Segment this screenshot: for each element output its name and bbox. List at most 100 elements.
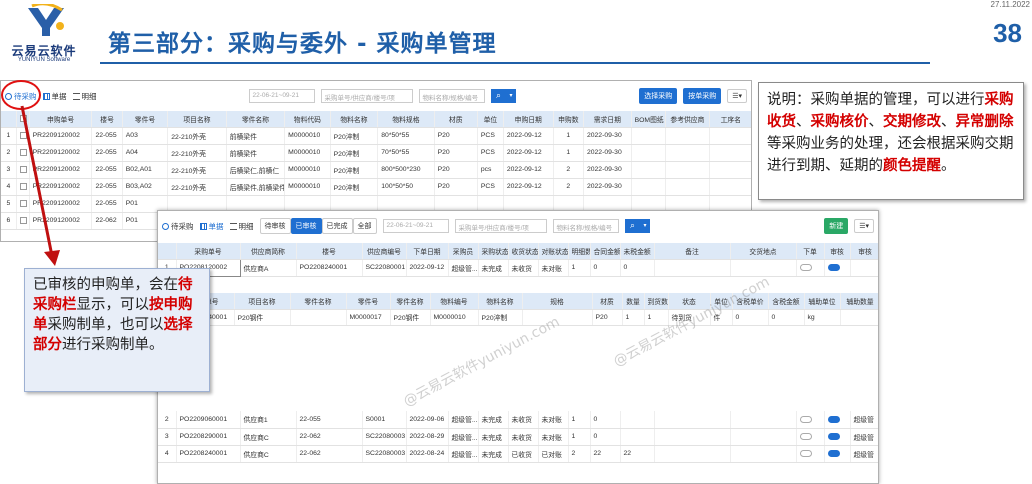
explanation-note: 说明：采购单据的管理，可以进行采购收货、采购核价、交期修改、异常删除等采购业务的… [758,82,1024,200]
filter-completed[interactable]: 已完成 [321,218,353,234]
cell-unit: pcs [477,161,504,179]
cell-supplier: 供应商1 [240,411,297,429]
cell-material: P20淬制 [330,127,379,145]
filter-reviewed[interactable]: 已审核 [290,218,322,234]
col-header: 材质 [434,111,478,128]
table-row[interactable]: 3 PR2209120002 22-055 B02,A01 22-210外壳 后横梁仁,前… [1,161,751,179]
menu-button[interactable]: ☰▾ [854,219,874,233]
table-row[interactable]: 1 PR2209120002 22-055 A03 22-210外壳 前横梁件 M00000… [1,127,751,145]
detail-row[interactable]: PO2208240001 P20钢件 M0000017 P20钢件 M00000… [158,309,878,326]
cell-req-no: PR2209120002 [29,161,93,179]
col-select[interactable] [16,111,30,128]
search-dropdown-button[interactable]: ▾ [506,89,516,103]
cell-building: 22-062 [296,428,363,446]
table-row[interactable]: 1 PO2208120002 供应商A PO2208240001 SC22080… [158,258,878,277]
col-header: 下单日期 [406,243,449,260]
cell-building: 22-055 [91,161,123,179]
slide-date: 27.11.2022 [990,0,1030,9]
cell-part-name: 前横梁件 [226,127,286,145]
cell-project: 22-210外壳 [167,144,227,162]
cell-building: 22-062 [296,445,363,463]
cell-qty: 2 [553,161,584,179]
col-header: 零件名称 [290,293,347,310]
material-search-input[interactable]: 物料名称/规格/编号 [552,219,619,233]
row-checkbox[interactable] [16,195,30,213]
col-header: 项目名称 [234,293,291,310]
cell-part-no: A04 [122,144,169,162]
approve-toggle[interactable] [824,259,851,277]
new-order-button[interactable]: 新建 [824,218,849,234]
tab-pending-purchase[interactable]: 待采购 [162,221,194,232]
approve-toggle[interactable] [824,428,851,446]
cell-no: 3 [158,428,177,446]
col-header: 对账状态 [538,243,569,260]
cell-texture: P20 [434,144,478,162]
order-toggle[interactable] [796,445,825,463]
row-checkbox[interactable] [16,127,30,145]
table-row[interactable]: 2 PR2209120002 22-055 A04 22-210外壳 前横梁件 M00000… [1,144,751,162]
row-checkbox[interactable] [16,144,30,162]
cell-req-date: 2022-09-12 [503,144,554,162]
tab-details[interactable]: 明细 [229,221,254,232]
tab-documents[interactable]: 单据 [199,221,224,232]
cell-building: 22-055 [91,178,123,196]
table-header: 采购单号 供应商简称 楼号 供应商编号 下单日期 采购员 采购状态 收货状态 对账状态 明细数 合同… [158,243,878,260]
search-button[interactable]: ⌕ [490,89,507,103]
cell-part-name: 后横梁件,前横梁件 [226,178,286,196]
order-toggle[interactable] [796,428,825,446]
table-row[interactable]: 3 PO2208290001 供应商C 22-062 SC22080003 2022-08… [158,428,878,446]
date-range-input[interactable]: 22-06-21~09-21 [248,89,315,103]
col-header: 单位 [477,111,504,128]
search-button[interactable]: ⌕ [624,219,641,233]
cell-approve: 超级管 [850,428,878,446]
cell-req-no: PR2209120002 [29,144,93,162]
cell-recon: 未对账 [538,411,569,429]
arrow-head-icon [44,250,60,266]
cell-code: M0000010 [284,144,331,162]
cell-count: 1 [568,428,591,446]
row-checkbox[interactable] [16,161,30,179]
cell-recon: 未对账 [538,428,569,446]
col-header: 采购员 [448,243,479,260]
cell-need-date: 2022-09-30 [583,161,632,179]
material-search-input[interactable]: 物料名称/规格/编号 [418,89,485,103]
cell-material: P20淬制 [330,161,379,179]
tab-details[interactable]: 明细 [72,91,97,102]
cell-need-date: 2022-09-30 [583,144,632,162]
tab-documents[interactable]: 单据 [42,91,67,102]
order-purchase-button[interactable]: 按单采购 [683,88,722,104]
table-row[interactable]: 4 PO2208240001 供应商C 22-062 SC22080003 2022-08… [158,445,878,463]
row-checkbox[interactable] [16,178,30,196]
filter-pending-review[interactable]: 待审核 [259,218,291,234]
col-header: 零件名称 [226,111,286,128]
cell-req-no: PR2209120002 [29,195,93,213]
date-range-input[interactable]: 22-06-21~09-21 [382,219,449,233]
search-dropdown-button[interactable]: ▾ [640,219,650,233]
filter-all[interactable]: 全部 [352,218,377,234]
cell-code: M0000010 [284,161,331,179]
cell-part-name: 后横梁仁,前横仁 [226,161,286,179]
select-purchase-button[interactable]: 选择采购 [639,88,678,104]
approve-toggle[interactable] [824,445,851,463]
table-row[interactable]: 4 PR2209120002 22-055 B03,A02 22-210外壳 后横梁件,前… [1,178,751,196]
order-search-input[interactable]: 采购单号/供应商/楼号/项 [454,219,547,233]
table-row[interactable]: 2 PO2209060001 供应商1 22-055 S0001 2022-09-06 超级… [158,411,878,429]
col-header: 明细数 [568,243,591,260]
order-toggle[interactable] [796,259,825,277]
order-search-input[interactable]: 采购单号/供应商/楼号/项 [320,89,413,103]
cell-recv: 已收货 [508,445,539,463]
grid-icon [42,92,50,100]
cell-count: 2 [568,445,591,463]
cell-need-date: 2022-09-30 [583,127,632,145]
cell-building: 22-055 [91,127,123,145]
approve-toggle[interactable] [824,411,851,429]
order-toggle[interactable] [796,411,825,429]
cell-po-status: 未完成 [478,445,509,463]
cell-approve: 超级管 [850,411,878,429]
table-header: 采购单号项目名称零件名称零件号零件名称物料编号物料名称规格材质数量到货数状态单位… [158,293,878,310]
menu-button[interactable]: ☰▾ [727,89,747,103]
row-checkbox[interactable] [16,212,30,230]
title-divider [100,62,930,64]
col-header: 交货地点 [730,243,797,260]
cell-recon: 已对账 [538,445,569,463]
